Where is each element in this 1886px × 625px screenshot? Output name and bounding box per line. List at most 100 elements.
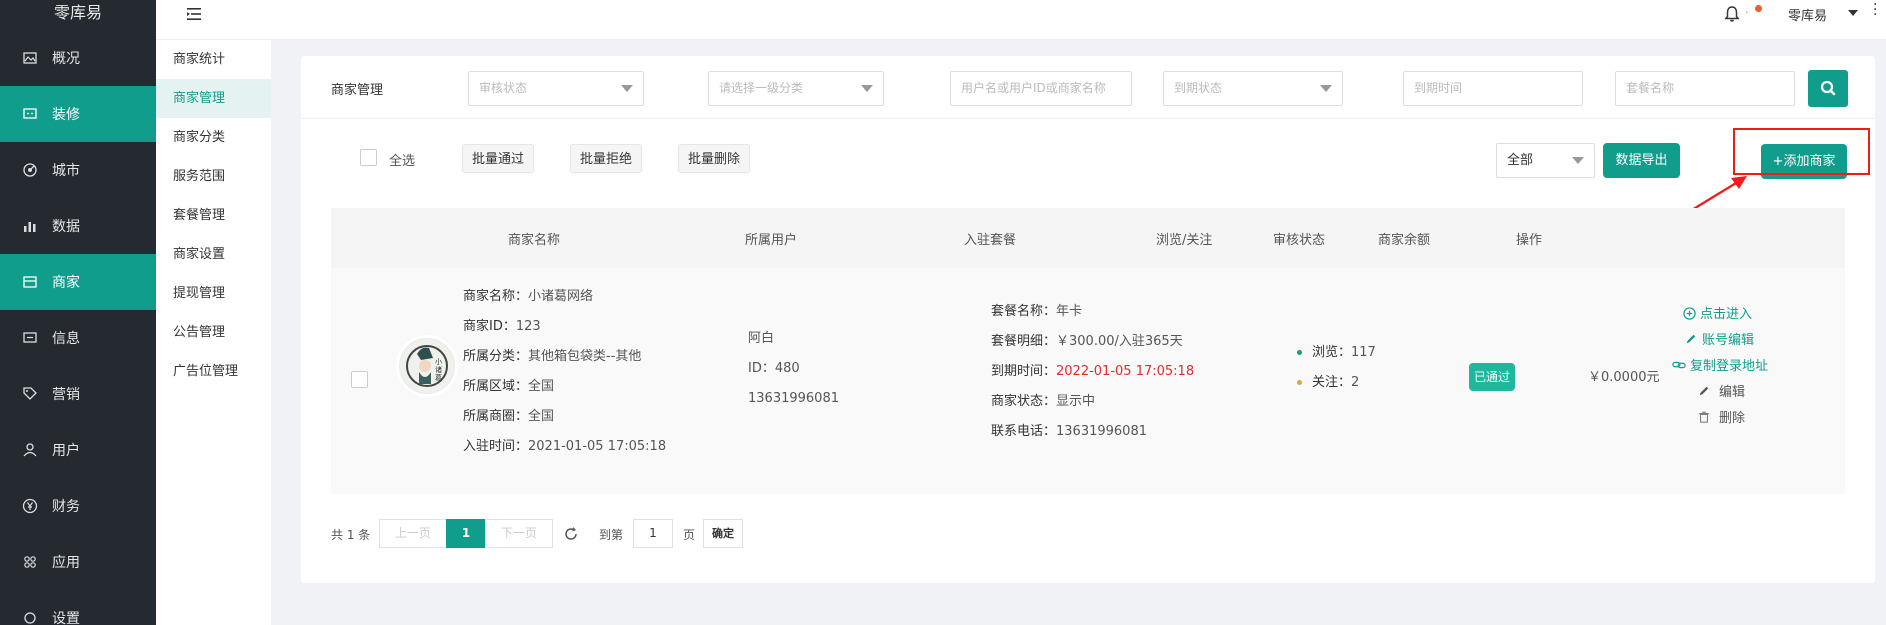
prev-page-button[interactable]: 上一页 [379, 519, 447, 548]
more-vertical-icon[interactable]: · · · [1873, 0, 1877, 22]
sidebar-item-1[interactable]: 装修 [0, 86, 156, 142]
sidebar-item-label: 城市 [52, 163, 80, 179]
info-value: 全国 [528, 409, 555, 424]
info-line: 商家ID：123 [463, 312, 666, 342]
enter-link[interactable]: 点击进入 [1683, 303, 1752, 322]
subnav-item-8[interactable]: 广告位管理 [156, 352, 271, 391]
subnav-item-3[interactable]: 服务范围 [156, 157, 271, 196]
brand-logo: 零库易 [0, 0, 156, 30]
sidebar-item-label: 信息 [52, 331, 80, 347]
main-sidebar: 零库易 概况装修城市数据商家信息营销用户财务 应用 设置 [0, 0, 156, 625]
status-dot [1297, 350, 1302, 355]
delete-link[interactable]: 删除 [1698, 407, 1745, 426]
info-key: 联系电话： [991, 424, 1057, 439]
sidebar-item-0[interactable]: 概况 [0, 30, 156, 86]
account-edit-link[interactable]: 账号编辑 [1685, 329, 1754, 348]
subnav-item-2[interactable]: 商家分类 [156, 118, 271, 157]
sub-sidebar: 商家统计 商家管理 商家分类 服务范围 套餐管理 商家设置 提现管理 公告管理 广告位管理 [156, 40, 271, 625]
caret-down-icon[interactable] [1848, 10, 1858, 16]
page-number-input[interactable]: 1 [633, 519, 673, 548]
sidebar-item-3[interactable]: 数据 [0, 198, 156, 254]
info-value: 2021-01-05 17:05:18 [528, 439, 667, 454]
sidebar-item-label: 装修 [52, 107, 80, 123]
info-key: 商家状态： [991, 394, 1057, 409]
sidebar-item-10[interactable]: 设置 [0, 590, 156, 625]
tag-icon [23, 387, 37, 400]
search-icon [1820, 80, 1836, 96]
sidebar-item-label: 用户 [52, 443, 80, 459]
copy-login-url-label: 复制登录地址 [1690, 359, 1769, 374]
stat-line: 浏览：117 [1297, 338, 1376, 368]
sidebar-item-label: 数据 [52, 219, 80, 235]
info-line: 联系电话：13631996081 [991, 417, 1194, 447]
account-edit-label: 账号编辑 [1702, 333, 1755, 348]
info-key: 所属区域： [463, 379, 529, 394]
keyword-placeholder: 用户名或用户ID或商家名称 [961, 81, 1106, 95]
sidebar-item-9[interactable]: 应用 [0, 534, 156, 590]
next-page-button[interactable]: 下一页 [485, 519, 553, 548]
stat-key: 浏览： [1312, 345, 1352, 360]
merchant-balance: ￥0.0000元 [1588, 370, 1660, 385]
subnav-item-7[interactable]: 公告管理 [156, 313, 271, 352]
batch-approve-button[interactable]: 批量通过 [462, 144, 535, 173]
batch-delete-button[interactable]: 批量删除 [678, 144, 751, 173]
page-title: 商家管理 [331, 83, 384, 98]
keyword-input[interactable]: 用户名或用户ID或商家名称 [950, 71, 1132, 106]
refresh-icon[interactable] [563, 526, 579, 542]
search-button[interactable] [1808, 70, 1848, 107]
batch-reject-button[interactable]: 批量拒绝 [570, 144, 643, 173]
info-line: 所属区域：全国 [463, 372, 666, 402]
package-name-placeholder: 套餐名称 [1626, 81, 1675, 95]
subnav-item-4[interactable]: 套餐管理 [156, 196, 271, 235]
owner-phone: 13631996081 [748, 391, 839, 406]
subnav-item-5[interactable]: 商家设置 [156, 235, 271, 274]
info-line: 所属商圈：全国 [463, 402, 666, 432]
sidebar-item-8[interactable]: 财务 [0, 478, 156, 534]
column-header: 所属用户 [745, 233, 798, 248]
package-name-input[interactable]: 套餐名称 [1615, 71, 1795, 106]
stat-key: 关注： [1312, 375, 1352, 390]
goto-label: 到第 [599, 528, 624, 542]
subnav-item-6[interactable]: 提现管理 [156, 274, 271, 313]
info-key: 入驻时间： [463, 439, 529, 454]
bell-icon[interactable] [1722, 4, 1742, 24]
audit-status-select[interactable]: 审核状态 [468, 71, 644, 106]
column-header: 操作 [1516, 233, 1543, 248]
apps-icon [24, 556, 36, 568]
store-icon [23, 276, 37, 288]
caret-down-icon [861, 85, 873, 92]
expire-status-select[interactable]: 到期状态 [1163, 71, 1343, 106]
info-line: 商家状态：显示中 [991, 387, 1194, 417]
edit-link[interactable]: 编辑 [1698, 381, 1745, 400]
info-value: 年卡 [1056, 304, 1083, 319]
expire-time-input[interactable]: 到期时间 [1403, 71, 1583, 106]
sidebar-item-4[interactable]: 商家 [0, 254, 156, 310]
package-filter-value: 全部 [1507, 153, 1534, 168]
page-1-button[interactable]: 1 [446, 519, 486, 548]
image-icon [23, 52, 37, 64]
notification-dot [1755, 5, 1762, 12]
edit-label: 编辑 [1719, 385, 1746, 400]
column-header: 浏览/关注 [1156, 233, 1213, 248]
svg-text:葛: 葛 [435, 373, 442, 382]
row-checkbox[interactable] [351, 371, 368, 388]
subnav-item-1[interactable]: 商家管理 [156, 79, 271, 118]
sidebar-item-2[interactable]: 城市 [0, 142, 156, 198]
trash-icon [1699, 411, 1709, 423]
sidebar-item-5[interactable]: 信息 [0, 310, 156, 366]
info-key: 商家ID： [463, 319, 516, 334]
category-select[interactable]: 请选择一级分类 [708, 71, 884, 106]
package-filter-select[interactable]: 全部 [1496, 143, 1595, 178]
sidebar-item-6[interactable]: 营销 [0, 366, 156, 422]
copy-login-url-link[interactable]: 复制登录地址 [1672, 355, 1768, 374]
select-all-checkbox[interactable] [360, 149, 377, 166]
owner-name: 阿白 [748, 331, 775, 346]
sidebar-item-7[interactable]: 用户 [0, 422, 156, 478]
info-key: 所属商圈： [463, 409, 529, 424]
confirm-page-button[interactable]: 确定 [703, 519, 743, 548]
sidebar-item-label: 商家 [52, 275, 80, 291]
menu-toggle-icon[interactable] [186, 6, 202, 22]
user-menu[interactable]: 零库易 [1788, 5, 1827, 24]
subnav-item-0[interactable]: 商家统计 [156, 40, 271, 79]
merchant-management-card: 商家管理 审核状态 请选择一级分类 用户名或用户ID或商家名称 到期状态 到期时… [301, 56, 1875, 583]
